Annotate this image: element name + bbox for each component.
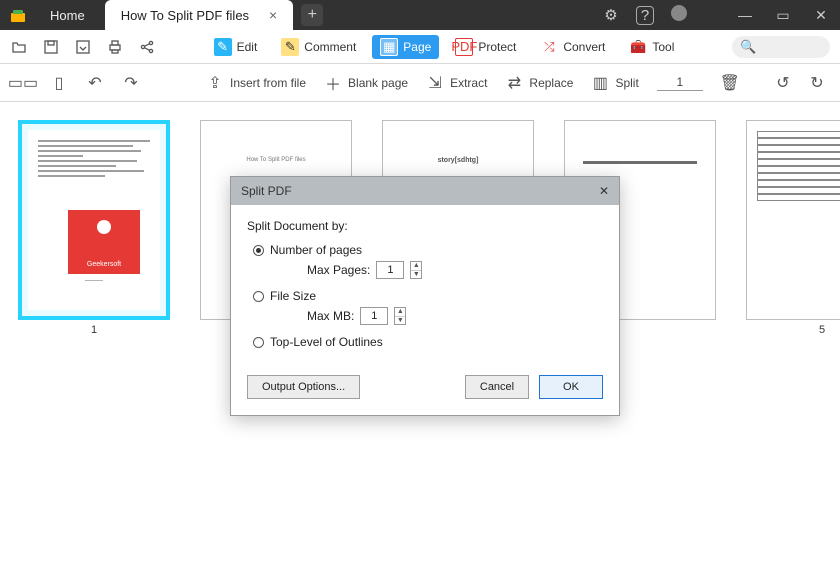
cancel-button[interactable]: Cancel bbox=[465, 375, 529, 399]
page-grid-icon: ▦ bbox=[380, 38, 398, 56]
button-label: Replace bbox=[529, 76, 573, 90]
radio-label: Top-Level of Outlines bbox=[270, 335, 383, 349]
button-label: Insert from file bbox=[230, 76, 306, 90]
ribbon-comment[interactable]: ✎ Comment bbox=[273, 35, 364, 59]
save-icon[interactable] bbox=[42, 38, 60, 56]
insert-file-icon: ⇪ bbox=[206, 74, 224, 92]
search-input[interactable]: 🔍 bbox=[732, 36, 830, 58]
dialog-title: Split PDF bbox=[241, 184, 292, 198]
save-as-icon[interactable] bbox=[74, 38, 92, 56]
tab-close-icon[interactable]: × bbox=[269, 7, 277, 23]
toolbox-icon: 🧰 bbox=[629, 38, 647, 56]
document-tab-title: How To Split PDF files bbox=[121, 8, 249, 23]
ribbon-convert[interactable]: ⤮ Convert bbox=[532, 35, 613, 59]
radio-file-size[interactable]: File Size bbox=[253, 289, 603, 303]
ribbon-label: Comment bbox=[304, 40, 356, 54]
radio-icon bbox=[253, 245, 264, 256]
ribbon-tool[interactable]: 🧰 Tool bbox=[621, 35, 682, 59]
split-icon: ▥ bbox=[591, 74, 609, 92]
brand-block: Geekersoft bbox=[68, 210, 140, 274]
replace-button[interactable]: ⇄ Replace bbox=[505, 74, 573, 92]
max-mb-input[interactable]: 1 bbox=[360, 307, 388, 325]
max-mb-label: Max MB: bbox=[307, 309, 354, 323]
ribbon-edit[interactable]: ✎ Edit bbox=[206, 35, 266, 59]
radio-label: File Size bbox=[270, 289, 316, 303]
radio-icon bbox=[253, 291, 264, 302]
settings-icon[interactable]: ⚙ bbox=[594, 6, 628, 24]
rotate-left-icon[interactable]: ↺ bbox=[774, 74, 792, 92]
page-tools-bar: ▭▭ ▯ ↶ ↷ ⇪ Insert from file ＋ Blank page… bbox=[0, 64, 840, 102]
ribbon-label: Edit bbox=[237, 40, 258, 54]
extract-icon: ⇲ bbox=[426, 74, 444, 92]
radio-label: Number of pages bbox=[270, 243, 362, 257]
max-pages-spinner[interactable]: ▲▼ bbox=[410, 261, 422, 279]
thumbnail-label: 1 bbox=[91, 324, 97, 336]
page-number-input[interactable]: 1 bbox=[657, 75, 703, 91]
thumbnail-page-1[interactable]: Geekersoft ——— 1 bbox=[18, 120, 170, 336]
window-close-button[interactable]: ✕ bbox=[802, 7, 840, 24]
ribbon-label: Protect bbox=[478, 40, 516, 54]
dialog-titlebar[interactable]: Split PDF ✕ bbox=[231, 177, 619, 205]
home-tab[interactable]: Home bbox=[36, 8, 99, 23]
redo-icon[interactable]: ↷ bbox=[122, 74, 140, 92]
spinner-up-icon[interactable]: ▲ bbox=[395, 308, 405, 317]
blank-page-button[interactable]: ＋ Blank page bbox=[324, 74, 408, 92]
delete-page-icon[interactable]: 🗑 bbox=[721, 74, 739, 92]
ribbon-label: Convert bbox=[563, 40, 605, 54]
ribbon-protect[interactable]: PDF Protect bbox=[447, 35, 524, 59]
replace-icon: ⇄ bbox=[505, 74, 523, 92]
ribbon-label: Page bbox=[403, 40, 431, 54]
window-minimize-button[interactable]: — bbox=[726, 7, 764, 23]
app-logo bbox=[8, 5, 28, 25]
comment-icon: ✎ bbox=[281, 38, 299, 56]
ribbon-label: Tool bbox=[652, 40, 674, 54]
split-button[interactable]: ▥ Split bbox=[591, 74, 638, 92]
undo-icon[interactable]: ↶ bbox=[86, 74, 104, 92]
document-tab[interactable]: How To Split PDF files × bbox=[105, 0, 294, 30]
new-tab-button[interactable]: + bbox=[301, 4, 323, 26]
titlebar: Home How To Split PDF files × + ⚙ ? — ▭ … bbox=[0, 0, 840, 30]
quick-access-bar: ✎ Edit ✎ Comment ▦ Page PDF Protect ⤮ Co… bbox=[0, 30, 840, 64]
window-maximize-button[interactable]: ▭ bbox=[764, 7, 802, 24]
split-by-label: Split Document by: bbox=[247, 219, 603, 233]
thumbnail-label: 5 bbox=[819, 324, 825, 336]
split-pdf-dialog: Split PDF ✕ Split Document by: Number of… bbox=[230, 176, 620, 416]
page-heading: How To Split PDF files bbox=[201, 157, 351, 163]
spinner-up-icon[interactable]: ▲ bbox=[411, 262, 421, 271]
max-mb-spinner[interactable]: ▲▼ bbox=[394, 307, 406, 325]
ribbon: ✎ Edit ✎ Comment ▦ Page PDF Protect ⤮ Co… bbox=[170, 35, 718, 59]
spinner-down-icon[interactable]: ▼ bbox=[411, 271, 421, 279]
ok-button[interactable]: OK bbox=[539, 375, 603, 399]
blank-page-icon: ＋ bbox=[324, 74, 342, 92]
account-avatar-icon[interactable] bbox=[662, 5, 696, 25]
protect-icon: PDF bbox=[455, 38, 473, 56]
radio-top-level-outlines[interactable]: Top-Level of Outlines bbox=[253, 335, 603, 349]
button-label: Extract bbox=[450, 76, 487, 90]
insert-from-file-button[interactable]: ⇪ Insert from file bbox=[206, 74, 306, 92]
page-heading: story[sdhtg] bbox=[383, 157, 533, 164]
pencil-icon: ✎ bbox=[214, 38, 232, 56]
convert-icon: ⤮ bbox=[540, 38, 558, 56]
max-pages-input[interactable]: 1 bbox=[376, 261, 404, 279]
thumbnail-page-5[interactable]: 5 bbox=[746, 120, 840, 336]
radio-icon bbox=[253, 337, 264, 348]
search-icon: 🔍 bbox=[740, 39, 756, 55]
button-label: Blank page bbox=[348, 76, 408, 90]
print-icon[interactable] bbox=[106, 38, 124, 56]
extract-button[interactable]: ⇲ Extract bbox=[426, 74, 487, 92]
rotate-right-icon[interactable]: ↻ bbox=[808, 74, 826, 92]
button-label: Split bbox=[615, 76, 638, 90]
arrange-vertical-icon[interactable]: ▯ bbox=[50, 74, 68, 92]
ribbon-page[interactable]: ▦ Page bbox=[372, 35, 439, 59]
help-icon[interactable]: ? bbox=[628, 7, 662, 24]
arrange-horizontal-icon[interactable]: ▭▭ bbox=[14, 74, 32, 92]
open-icon[interactable] bbox=[10, 38, 28, 56]
spinner-down-icon[interactable]: ▼ bbox=[395, 317, 405, 325]
output-options-button[interactable]: Output Options... bbox=[247, 375, 360, 399]
dialog-close-icon[interactable]: ✕ bbox=[599, 184, 609, 198]
share-icon[interactable] bbox=[138, 38, 156, 56]
max-pages-label: Max Pages: bbox=[307, 263, 370, 277]
radio-number-of-pages[interactable]: Number of pages bbox=[253, 243, 603, 257]
